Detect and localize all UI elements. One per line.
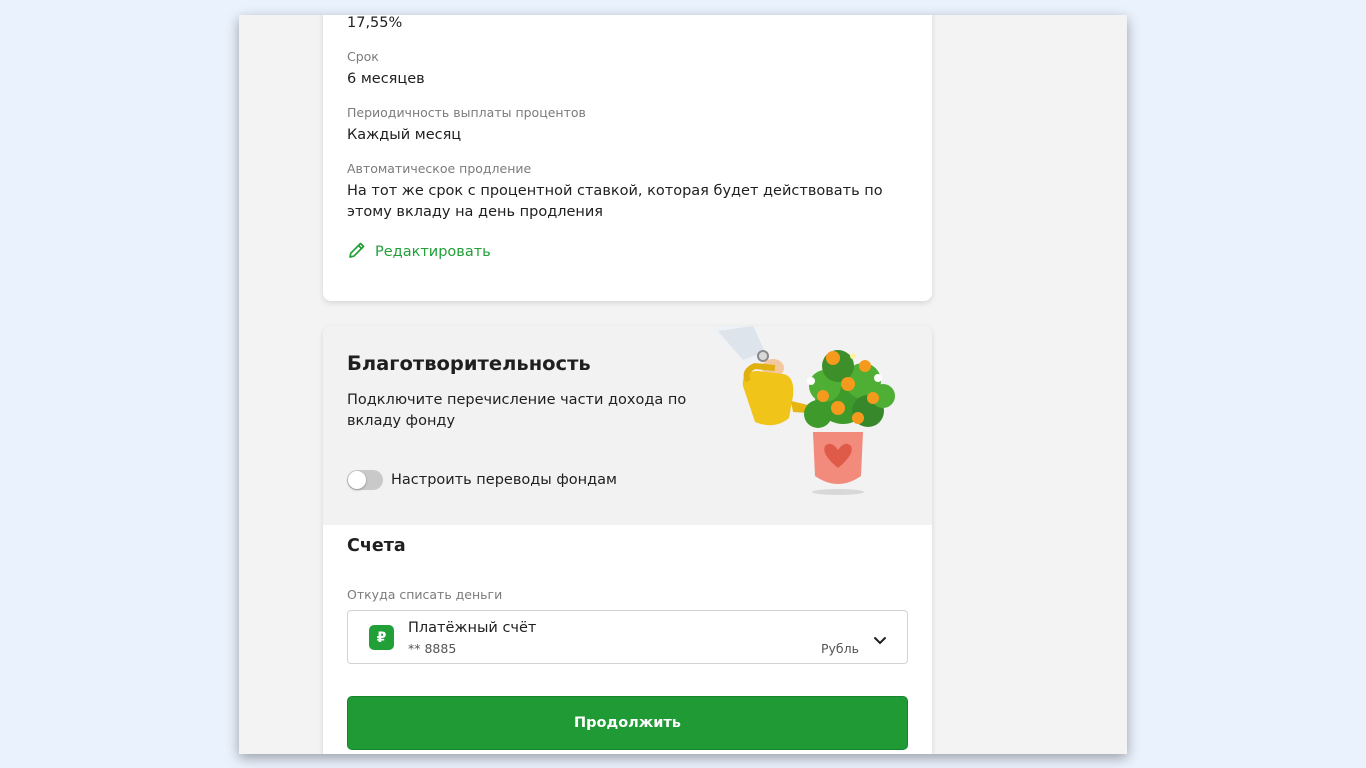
- ruble-icon: ₽: [369, 625, 394, 650]
- term-value: 6 месяцев: [347, 71, 425, 87]
- options-card: Благотворительность Подключите перечисле…: [323, 326, 932, 754]
- payout-value: Каждый месяц: [347, 127, 462, 143]
- charity-description: Подключите перечисление части дохода по …: [347, 392, 687, 429]
- account-number: ** 8885: [408, 641, 457, 656]
- charity-section: Благотворительность Подключите перечисле…: [323, 326, 932, 525]
- accounts-title: Счета: [347, 536, 406, 556]
- toggle-knob: [348, 471, 366, 489]
- term-label: Срок: [347, 49, 379, 64]
- charity-toggle[interactable]: [347, 470, 383, 490]
- account-select[interactable]: ₽ Платёжный счёт ** 8885 Рубль: [347, 610, 908, 664]
- deposit-details-card: 17,55% Срок 6 месяцев Периодичность выпл…: [323, 15, 932, 301]
- renewal-value: На тот же срок с процентной ставкой, кот…: [347, 183, 883, 220]
- account-currency: Рубль: [820, 641, 859, 656]
- app-viewport: 17,55% Срок 6 месяцев Периодичность выпл…: [239, 15, 1127, 754]
- charity-toggle-row: Настроить переводы фондам: [347, 470, 617, 490]
- pencil-icon: [347, 240, 367, 264]
- edit-label: Редактировать: [375, 244, 491, 260]
- payout-label: Периодичность выплаты процентов: [347, 105, 586, 120]
- charity-title: Благотворительность: [347, 352, 591, 375]
- from-account-label: Откуда списать деньги: [347, 587, 503, 602]
- renewal-label: Автоматическое продление: [347, 161, 532, 176]
- account-name: Платёжный счёт: [408, 620, 537, 636]
- chevron-down-icon: [873, 631, 887, 650]
- charity-illustration: [708, 326, 913, 525]
- continue-button[interactable]: Продолжить: [347, 696, 908, 750]
- rate-value: 17,55%: [347, 15, 403, 31]
- edit-button[interactable]: Редактировать: [347, 240, 491, 264]
- charity-toggle-label: Настроить переводы фондам: [391, 472, 617, 488]
